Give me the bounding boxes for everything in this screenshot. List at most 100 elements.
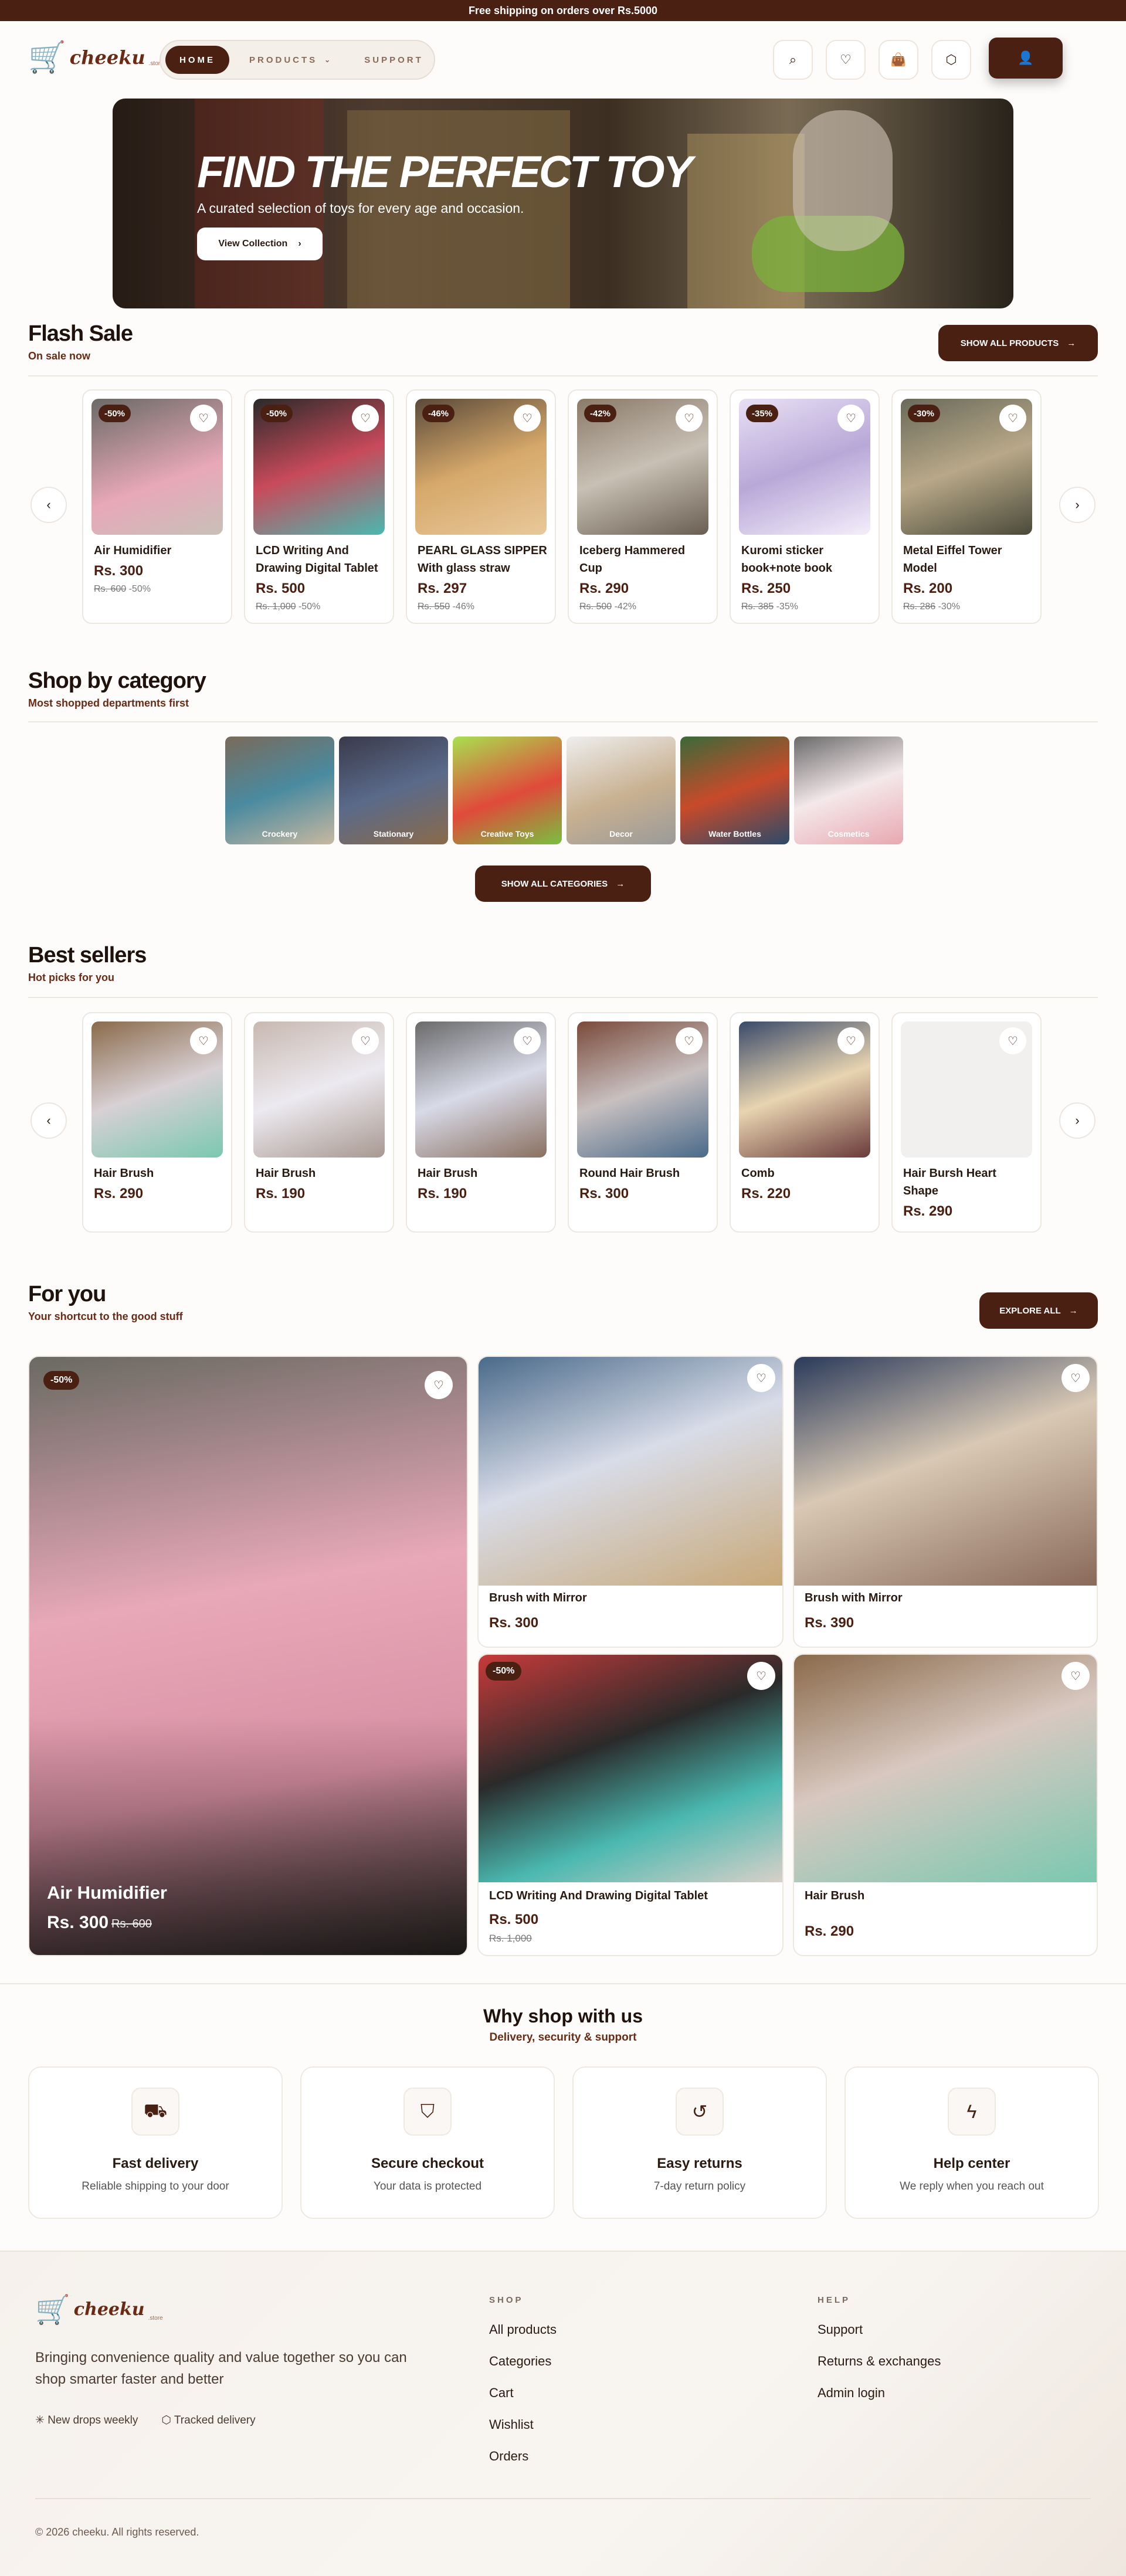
footer-link-cart[interactable]: Cart — [489, 2385, 514, 2401]
feature-card: ϟ Help center We reply when you reach ou… — [844, 2066, 1099, 2219]
product-price: Rs. 220 — [741, 1186, 791, 1202]
discount-text: -50% — [298, 602, 321, 612]
product-card[interactable]: ♡ Hair Brush Rs. 290 — [82, 1012, 232, 1233]
product-image: ♡ — [91, 1021, 223, 1158]
category-label: Creative Toys — [480, 829, 534, 839]
best-sellers-subtitle: Hot picks for you — [28, 972, 115, 983]
product-name: Brush with Mirror — [489, 1591, 587, 1604]
product-card[interactable]: ♡ Brush with Mirror Rs. 300 — [477, 1356, 784, 1648]
footer-link-support[interactable]: Support — [818, 2322, 863, 2337]
featured-product-price: Rs. 300 — [47, 1913, 109, 1932]
shopping-bag-icon[interactable]: 👜 — [879, 40, 918, 80]
heart-icon[interactable]: ♡ — [1061, 1662, 1090, 1690]
product-card[interactable]: ♡ Hair Brush Rs. 190 — [244, 1012, 394, 1233]
flash-prev-button[interactable]: ‹ — [30, 487, 67, 523]
heart-icon[interactable]: ♡ — [837, 405, 864, 432]
footer-link-wishlist[interactable]: Wishlist — [489, 2417, 534, 2432]
box-icon: ⬡ — [161, 2414, 171, 2426]
product-price: Rs. 290 — [94, 1186, 144, 1202]
footer-chips: ✳ New drops weekly ⬡ Tracked delivery — [35, 2414, 256, 2427]
product-card[interactable]: ♡ Hair Brush Rs. 190 — [406, 1012, 556, 1233]
product-card[interactable]: -35% ♡ Kuromi sticker book+note book Rs. … — [730, 389, 880, 624]
footer-link-categories[interactable]: Categories — [489, 2354, 551, 2369]
show-all-categories-button[interactable]: SHOW ALL CATEGORIES → — [475, 866, 651, 902]
search-icon[interactable]: ⌕ — [773, 40, 813, 80]
footer-logo[interactable]: 🛒 cheeku .store — [35, 2293, 163, 2326]
heart-icon[interactable]: ♡ — [999, 1027, 1026, 1054]
product-card[interactable]: -50% ♡ Air Humidifier Rs. 300 Rs. 600 -50… — [82, 389, 232, 624]
heart-icon[interactable]: ♡ — [747, 1662, 775, 1690]
footer-link-orders[interactable]: Orders — [489, 2449, 528, 2464]
heart-icon[interactable]: ♡ — [826, 40, 866, 80]
heart-icon[interactable]: ♡ — [747, 1364, 775, 1392]
chevron-down-icon: ⌄ — [324, 56, 331, 64]
footer-link-returns[interactable]: Returns & exchanges — [818, 2354, 941, 2369]
product-price: Rs. 500 — [256, 581, 306, 596]
product-card[interactable]: -30% ♡ Metal Eiffel Tower Model Rs. 200 R… — [891, 389, 1042, 624]
footer-link-admin-login[interactable]: Admin login — [818, 2385, 885, 2401]
chip-label: Tracked delivery — [174, 2414, 256, 2426]
product-card[interactable]: ♡ Hair Bursh Heart Shape Rs. 290 — [891, 1012, 1042, 1233]
flash-next-button[interactable]: › — [1059, 487, 1096, 523]
product-price: Rs. 290 — [579, 581, 629, 596]
show-all-products-button[interactable]: SHOW ALL PRODUCTS → — [938, 325, 1098, 361]
heart-icon[interactable]: ♡ — [190, 405, 217, 432]
product-name: PEARL GLASS SIPPER With glass straw — [418, 544, 547, 575]
best-sellers-section: Best sellers Hot picks for you — [28, 943, 1098, 1002]
footer-chip: ⬡ Tracked delivery — [161, 2414, 255, 2427]
product-name: Iceberg Hammered Cup — [579, 544, 686, 575]
heart-icon[interactable]: ♡ — [676, 405, 703, 432]
product-card[interactable]: ♡ Hair Brush Rs. 290 — [793, 1654, 1098, 1956]
best-next-button[interactable]: › — [1059, 1102, 1096, 1139]
product-image — [794, 1655, 1097, 1882]
heart-icon[interactable]: ♡ — [1061, 1364, 1090, 1392]
category-tile-water-bottles[interactable]: Water Bottles — [680, 737, 789, 844]
category-tile-cosmetics[interactable]: Cosmetics — [794, 737, 903, 844]
heart-icon[interactable]: ♡ — [352, 1027, 379, 1054]
category-section: Shop by category Most shopped department… — [28, 668, 1098, 727]
featured-product-card[interactable]: -50% ♡ Air Humidifier Rs. 300 Rs. 600 — [28, 1356, 468, 1956]
explore-all-label: EXPLORE ALL — [999, 1305, 1061, 1316]
box-icon[interactable]: ⬡ — [931, 40, 971, 80]
heart-icon[interactable]: ♡ — [514, 405, 541, 432]
product-card[interactable]: ♡ Round Hair Brush Rs. 300 — [568, 1012, 718, 1233]
account-button[interactable]: 👤 — [989, 38, 1063, 79]
nav-products-label: PRODUCTS — [249, 55, 318, 65]
heart-icon[interactable]: ♡ — [514, 1027, 541, 1054]
view-collection-button[interactable]: View Collection › — [197, 228, 323, 260]
heart-icon[interactable]: ♡ — [352, 405, 379, 432]
product-card[interactable]: -50% ♡ LCD Writing And Drawing Digital Ta… — [244, 389, 394, 624]
heart-icon[interactable]: ♡ — [837, 1027, 864, 1054]
product-name: Metal Eiffel Tower Model — [903, 544, 1002, 575]
product-card[interactable]: ♡ Comb Rs. 220 — [730, 1012, 880, 1233]
product-image — [479, 1655, 782, 1882]
product-name: LCD Writing And Drawing Digital Tablet — [256, 544, 378, 575]
product-image: -35% ♡ — [739, 399, 870, 535]
product-name: Hair Bursh Heart Shape — [903, 1167, 996, 1197]
product-card[interactable]: -46% ♡ PEARL GLASS SIPPER With glass stra… — [406, 389, 556, 624]
nav-support[interactable]: SUPPORT — [350, 46, 437, 74]
footer-link-all-products[interactable]: All products — [489, 2322, 557, 2337]
heart-icon[interactable]: ♡ — [676, 1027, 703, 1054]
category-tile-creative-toys[interactable]: Creative Toys — [453, 737, 562, 844]
product-price: Rs. 300 — [489, 1615, 539, 1631]
heart-icon[interactable]: ♡ — [190, 1027, 217, 1054]
explore-all-button[interactable]: EXPLORE ALL → — [979, 1292, 1098, 1329]
product-old-price: Rs. 500 -42% — [579, 602, 636, 612]
product-old-price: Rs. 1,000 — [489, 1933, 532, 1944]
heart-icon[interactable]: ♡ — [999, 405, 1026, 432]
category-tile-decor[interactable]: Decor — [567, 737, 676, 844]
product-card[interactable]: ♡ Brush with Mirror Rs. 390 — [793, 1356, 1098, 1648]
brand-logo[interactable]: 🛒 cheeku .store — [28, 42, 164, 73]
nav-home[interactable]: HOME — [165, 46, 229, 74]
heart-icon[interactable]: ♡ — [425, 1371, 453, 1399]
discount-text: -42% — [614, 602, 636, 612]
best-prev-button[interactable]: ‹ — [30, 1102, 67, 1139]
product-price: Rs. 200 — [903, 581, 953, 596]
category-tile-stationary[interactable]: Stationary — [339, 737, 448, 844]
nav-products[interactable]: PRODUCTS ⌄ — [235, 46, 344, 74]
product-card[interactable]: -50% ♡ LCD Writing And Drawing Digital T… — [477, 1654, 784, 1956]
product-card[interactable]: -42% ♡ Iceberg Hammered Cup Rs. 290 Rs. 5… — [568, 389, 718, 624]
product-price: Rs. 300 — [94, 563, 144, 579]
category-tile-crockery[interactable]: Crockery — [225, 737, 334, 844]
